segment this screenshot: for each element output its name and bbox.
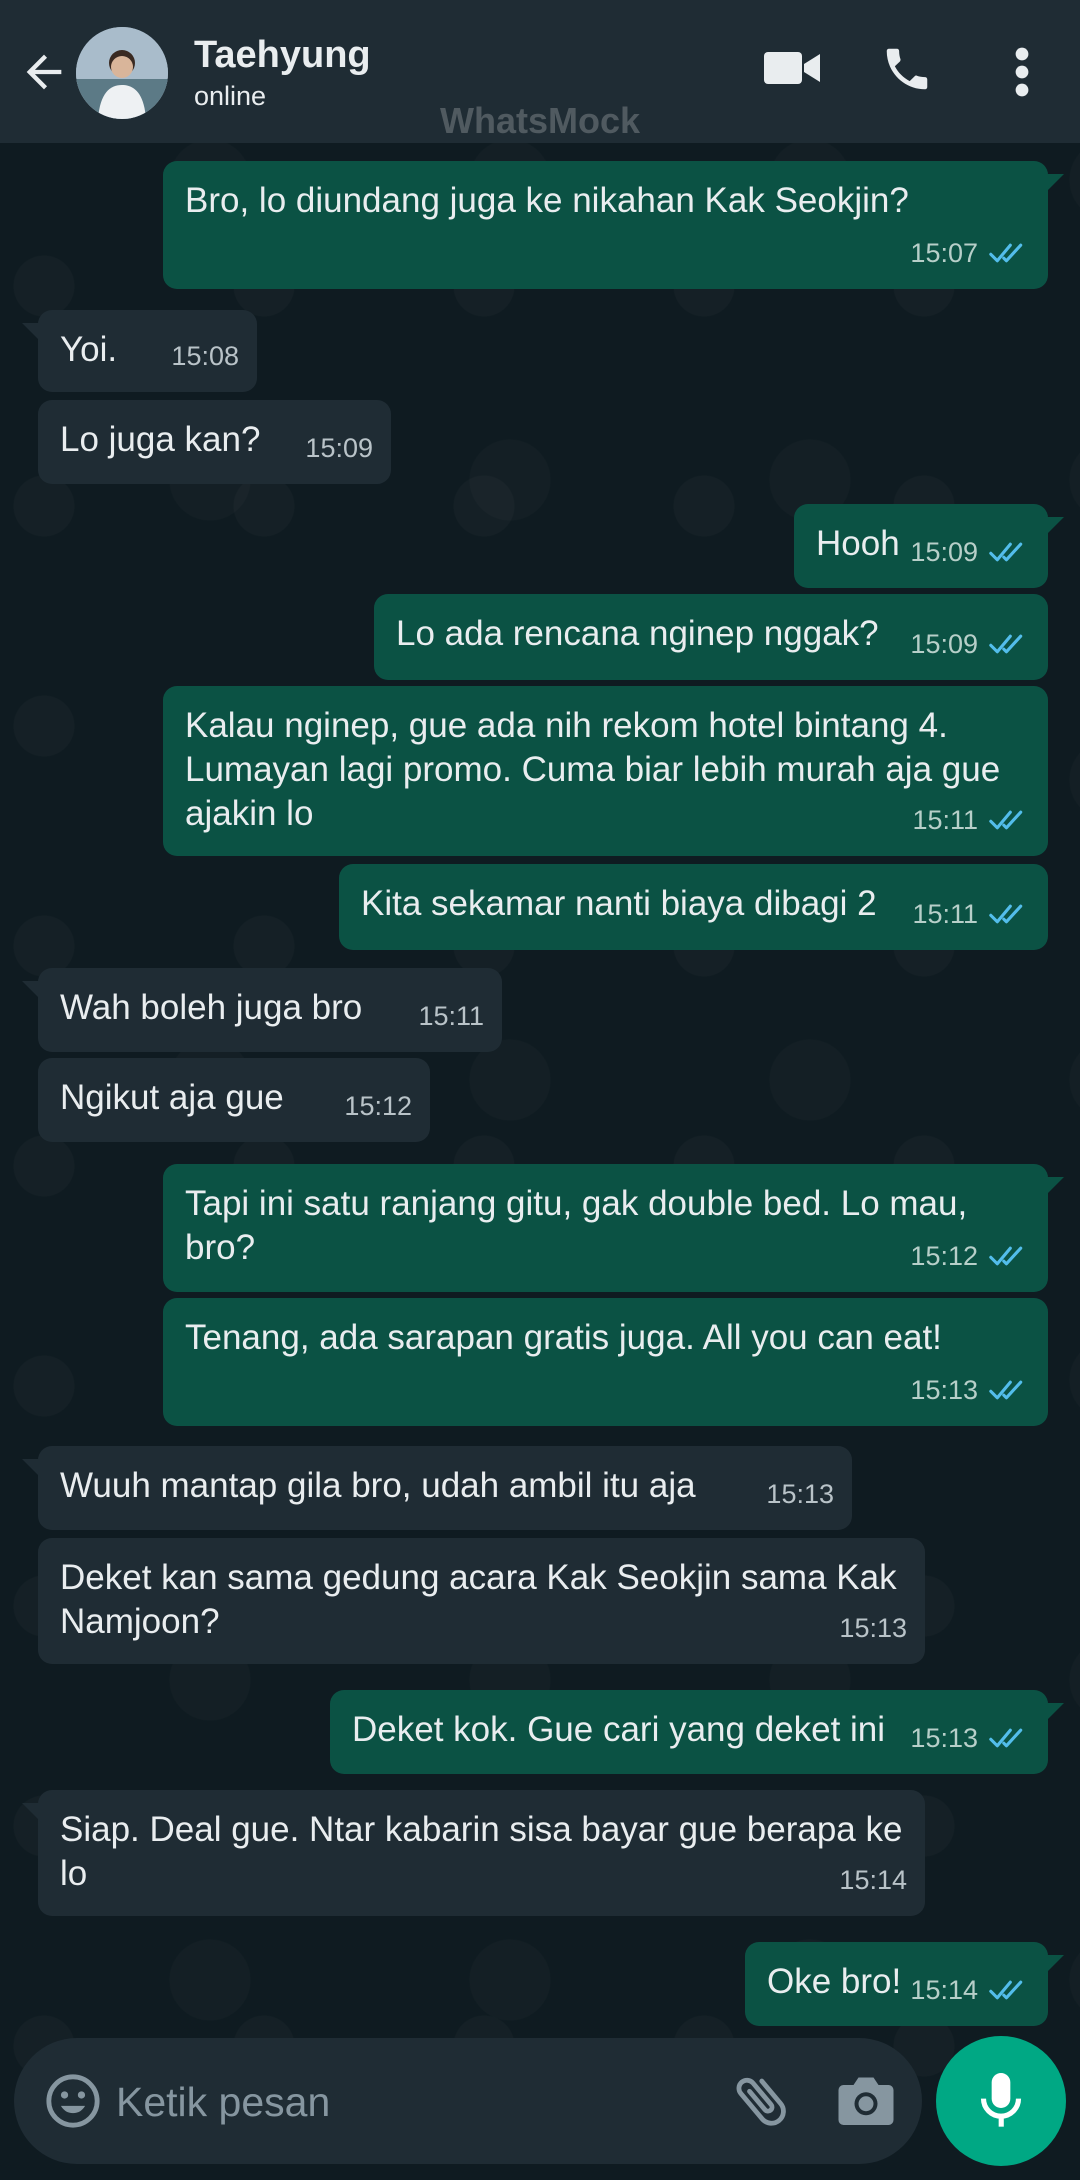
outgoing-message[interactable]: Kalau nginep, gue ada nih rekom hotel bi… bbox=[163, 686, 1048, 856]
read-receipt-icon bbox=[988, 1377, 1030, 1403]
message-time: 15:07 bbox=[910, 238, 978, 268]
contact-name[interactable]: Taehyung bbox=[194, 34, 371, 77]
outgoing-message[interactable]: Hooh 15:09 bbox=[794, 504, 1064, 588]
message-time: 15:11 bbox=[912, 899, 978, 929]
message-text: Tapi ini satu ranjang gitu, gak double b… bbox=[185, 1184, 977, 1267]
emoji-icon[interactable] bbox=[44, 2072, 102, 2130]
watermark: WhatsMock bbox=[439, 100, 641, 141]
message-meta: 15:12 bbox=[910, 1234, 1030, 1278]
message-meta: 15:13 bbox=[766, 1472, 834, 1516]
message-time: 15:14 bbox=[839, 1865, 907, 1895]
back-arrow-icon[interactable] bbox=[18, 46, 70, 98]
message-time: 15:13 bbox=[910, 1723, 978, 1753]
message-text: Deket kan sama gedung acara Kak Seokjin … bbox=[60, 1558, 907, 1641]
message-time: 15:09 bbox=[305, 433, 373, 463]
outgoing-message[interactable]: Kita sekamar nanti biaya dibagi 2 15:11 bbox=[339, 864, 1048, 950]
message-meta: 15:07 bbox=[910, 231, 1030, 275]
read-receipt-icon bbox=[988, 539, 1030, 565]
message-time: 15:11 bbox=[912, 805, 978, 835]
outgoing-message[interactable]: Bro, lo diundang juga ke nikahan Kak Seo… bbox=[163, 161, 1064, 289]
message-time: 15:14 bbox=[910, 1975, 978, 2005]
read-receipt-icon bbox=[988, 631, 1030, 657]
message-meta: 15:12 bbox=[344, 1084, 412, 1128]
bubble-tail bbox=[22, 310, 42, 343]
message-text: Tenang, ada sarapan gratis juga. All you… bbox=[185, 1318, 942, 1357]
message-input[interactable] bbox=[114, 2072, 618, 2132]
message-text: Kalau nginep, gue ada nih rekom hotel bi… bbox=[185, 706, 1010, 833]
bubble-tail bbox=[1044, 1164, 1064, 1197]
outgoing-message[interactable]: Deket kok. Gue cari yang deket ini 15:13 bbox=[330, 1690, 1064, 1774]
bubble-tail bbox=[22, 1446, 42, 1479]
message-time: 15:12 bbox=[910, 1241, 978, 1271]
bubble-tail bbox=[1044, 1942, 1064, 1975]
message-meta: 15:13 bbox=[910, 1368, 1030, 1412]
outgoing-message[interactable]: Oke bro! 15:14 bbox=[745, 1942, 1064, 2026]
incoming-message[interactable]: Siap. Deal gue. Ntar kabarin sisa bayar … bbox=[22, 1790, 925, 1916]
message-time: 15:12 bbox=[344, 1091, 412, 1121]
message-time: 15:13 bbox=[766, 1479, 834, 1509]
message-meta: 15:09 bbox=[305, 426, 373, 470]
bubble-tail bbox=[22, 1790, 42, 1823]
incoming-message[interactable]: Wuuh mantap gila bro, udah ambil itu aja… bbox=[22, 1446, 852, 1530]
message-meta: 15:14 bbox=[839, 1858, 907, 1902]
read-receipt-icon bbox=[988, 1725, 1030, 1751]
outgoing-message[interactable]: Tapi ini satu ranjang gitu, gak double b… bbox=[163, 1164, 1064, 1292]
read-receipt-icon bbox=[988, 807, 1030, 833]
message-meta: 15:11 bbox=[912, 892, 1030, 936]
message-meta: 15:11 bbox=[912, 798, 1030, 842]
outgoing-message[interactable]: Lo ada rencana nginep nggak? 15:09 bbox=[374, 594, 1048, 680]
message-meta: 15:14 bbox=[910, 1968, 1030, 2012]
message-time: 15:11 bbox=[418, 1001, 484, 1031]
more-options-icon[interactable] bbox=[1008, 44, 1036, 100]
message-time: 15:13 bbox=[910, 1375, 978, 1405]
message-text: Wuuh mantap gila bro, udah ambil itu aja bbox=[60, 1466, 696, 1505]
bubble-tail bbox=[1044, 161, 1064, 194]
bubble-tail bbox=[22, 968, 42, 1001]
message-time: 15:09 bbox=[910, 537, 978, 567]
camera-icon[interactable] bbox=[836, 2072, 896, 2128]
message-composer bbox=[14, 2038, 922, 2164]
video-call-icon[interactable] bbox=[764, 48, 820, 88]
phone-call-icon[interactable] bbox=[880, 42, 934, 96]
incoming-message[interactable]: Deket kan sama gedung acara Kak Seokjin … bbox=[38, 1538, 925, 1664]
message-time: 15:08 bbox=[171, 341, 239, 371]
mic-icon bbox=[980, 2073, 1022, 2127]
read-receipt-icon bbox=[988, 901, 1030, 927]
message-time: 15:13 bbox=[839, 1613, 907, 1643]
bubble-tail bbox=[1044, 1690, 1064, 1723]
incoming-message[interactable]: Wah boleh juga bro 15:11 bbox=[22, 968, 502, 1052]
message-meta: 15:09 bbox=[910, 530, 1030, 574]
message-meta: 15:09 bbox=[910, 622, 1030, 666]
attach-icon[interactable] bbox=[730, 2068, 794, 2132]
incoming-message[interactable]: Ngikut aja gue 15:12 bbox=[38, 1058, 430, 1142]
incoming-message[interactable]: Lo juga kan? 15:09 bbox=[38, 400, 391, 484]
read-receipt-icon bbox=[988, 1243, 1030, 1269]
message-text: Bro, lo diundang juga ke nikahan Kak Seo… bbox=[185, 181, 909, 220]
read-receipt-icon bbox=[988, 240, 1030, 266]
message-meta: 15:13 bbox=[910, 1716, 1030, 1760]
message-time: 15:09 bbox=[910, 629, 978, 659]
read-receipt-icon bbox=[988, 1977, 1030, 2003]
incoming-message[interactable]: Yoi. 15:08 bbox=[22, 310, 257, 392]
message-meta: 15:08 bbox=[171, 334, 239, 378]
outgoing-message[interactable]: Tenang, ada sarapan gratis juga. All you… bbox=[163, 1298, 1048, 1426]
message-text: Siap. Deal gue. Ntar kabarin sisa bayar … bbox=[60, 1810, 913, 1893]
message-meta: 15:11 bbox=[418, 994, 484, 1038]
mic-button[interactable] bbox=[936, 2036, 1066, 2166]
message-meta: 15:13 bbox=[839, 1606, 907, 1650]
bubble-tail bbox=[1044, 504, 1064, 537]
